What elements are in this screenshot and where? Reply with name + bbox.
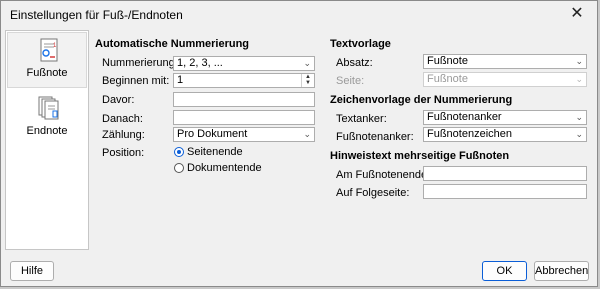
footnote-settings-dialog: Einstellungen für Fuß-/Endnoten ✕ 1 Fußn… bbox=[0, 0, 598, 287]
window-title: Einstellungen für Fuß-/Endnoten bbox=[10, 8, 183, 22]
section-heading-numbering: Automatische Nummerierung bbox=[95, 38, 250, 50]
position-radio-seitenende[interactable] bbox=[174, 147, 184, 157]
sidebar-item-label: Endnote bbox=[26, 125, 68, 137]
chevron-down-icon: ⌄ bbox=[575, 112, 583, 122]
position-radio-dokumentende[interactable] bbox=[174, 163, 184, 173]
ok-button[interactable]: OK bbox=[482, 261, 527, 281]
section-heading-hinweistext: Hinweistext mehrseitige Fußnoten bbox=[330, 150, 510, 162]
nummerierung-value: 1, 2, 3, ... bbox=[177, 57, 223, 69]
position-label: Position: bbox=[102, 147, 145, 159]
nummerierung-dropdown[interactable]: 1, 2, 3, ... ⌄ bbox=[173, 56, 315, 71]
sidebar-item-fussnote[interactable]: 1 Fußnote bbox=[7, 32, 87, 88]
sidebar-item-endnote[interactable]: Endnote bbox=[7, 91, 87, 147]
spinner-arrows-icon[interactable]: ▲ ▼ bbox=[301, 74, 314, 87]
seite-dropdown: Fußnote ⌄ bbox=[423, 72, 587, 87]
fussnotenanker-dropdown[interactable]: Fußnotenzeichen ⌄ bbox=[423, 127, 587, 142]
zaehlung-label: Zählung: bbox=[102, 129, 145, 141]
auf-folgeseite-label: Auf Folgeseite: bbox=[336, 187, 410, 199]
davor-input[interactable] bbox=[173, 92, 315, 107]
davor-label: Davor: bbox=[102, 94, 135, 106]
nummerierung-label: Nummerierung: bbox=[102, 57, 178, 69]
chevron-down-icon: ⌄ bbox=[575, 129, 583, 139]
textanker-dropdown[interactable]: Fußnotenanker ⌄ bbox=[423, 110, 587, 125]
chevron-down-icon: ⌄ bbox=[575, 74, 583, 84]
sidebar-item-label: Fußnote bbox=[26, 67, 68, 79]
position-option-dokumentende[interactable]: Dokumentende bbox=[187, 162, 262, 174]
chevron-down-icon: ⌄ bbox=[303, 58, 311, 68]
fussnotenanker-label: Fußnotenanker: bbox=[336, 131, 414, 143]
auf-folgeseite-input[interactable] bbox=[423, 184, 587, 199]
beginnen-value: 1 bbox=[177, 74, 184, 86]
section-heading-textvorlage: Textvorlage bbox=[330, 38, 391, 50]
danach-input[interactable] bbox=[173, 110, 315, 125]
absatz-label: Absatz: bbox=[336, 57, 373, 69]
textanker-label: Textanker: bbox=[336, 113, 387, 125]
am-fussnotenende-label: Am Fußnotenende: bbox=[336, 169, 431, 181]
danach-label: Danach: bbox=[102, 113, 143, 125]
am-fussnotenende-input[interactable] bbox=[423, 166, 587, 181]
beginnen-label: Beginnen mit: bbox=[102, 75, 170, 87]
footnote-icon: 1 bbox=[40, 38, 58, 62]
endnote-icon bbox=[38, 96, 59, 120]
absatz-dropdown[interactable]: Fußnote ⌄ bbox=[423, 54, 587, 69]
zaehlung-dropdown[interactable]: Pro Dokument ⌄ bbox=[173, 127, 315, 142]
seite-label: Seite: bbox=[336, 75, 365, 87]
cancel-button[interactable]: Abbrechen bbox=[534, 261, 589, 281]
textanker-value: Fußnotenanker bbox=[427, 111, 502, 123]
section-heading-zeichenvorlage: Zeichenvorlage der Nummerierung bbox=[330, 94, 513, 106]
absatz-value: Fußnote bbox=[427, 55, 468, 67]
seite-value: Fußnote bbox=[427, 73, 468, 85]
position-option-seitenende[interactable]: Seitenende bbox=[187, 146, 243, 158]
chevron-down-icon: ⌄ bbox=[575, 56, 583, 66]
category-sidebar: 1 Fußnote Endnote bbox=[5, 30, 89, 250]
beginnen-spinner[interactable]: 1 ▲ ▼ bbox=[173, 73, 315, 88]
help-button[interactable]: Hilfe bbox=[10, 261, 54, 281]
close-icon[interactable]: ✕ bbox=[567, 4, 587, 24]
chevron-down-icon: ⌄ bbox=[303, 129, 311, 139]
zaehlung-value: Pro Dokument bbox=[177, 128, 248, 140]
title-bar: Einstellungen für Fuß-/Endnoten ✕ bbox=[1, 1, 597, 29]
fussnotenanker-value: Fußnotenzeichen bbox=[427, 128, 512, 140]
